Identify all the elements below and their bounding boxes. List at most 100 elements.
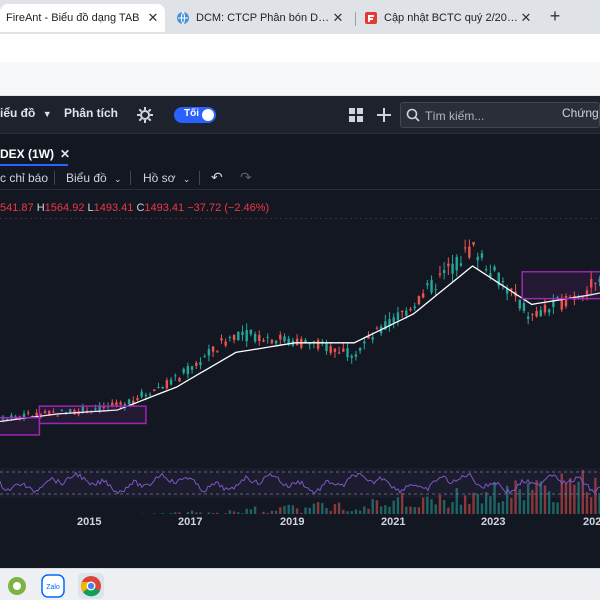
candle-body — [413, 306, 416, 309]
chart-menu[interactable]: iểu đồ ▼ — [0, 106, 52, 120]
add-icon[interactable] — [373, 104, 395, 126]
close-value: 1493.41 — [144, 202, 185, 214]
volume-bar — [216, 512, 219, 514]
volume-bar — [480, 503, 484, 514]
chrome-icon[interactable] — [78, 573, 104, 599]
app-icon[interactable] — [4, 573, 30, 599]
undo-icon[interactable]: ↶ — [211, 169, 223, 186]
candle-body — [220, 338, 223, 341]
volume-bar — [262, 511, 265, 514]
browser-tab-dcm[interactable]: DCM: CTCP Phân bón Dầu khí C ✕ — [170, 4, 350, 32]
candle-body — [211, 346, 215, 352]
candle-body — [279, 334, 282, 340]
candle-body — [438, 273, 442, 275]
tab-title: DCM: CTCP Phân bón Dầu khí C — [196, 12, 330, 24]
candle-body — [199, 362, 202, 366]
candle-body — [547, 309, 551, 313]
candle-body — [350, 355, 353, 358]
volume-bar — [300, 512, 303, 514]
candle-body — [140, 391, 143, 397]
candle-body — [157, 387, 160, 389]
volume-bar — [388, 506, 391, 514]
candle-body — [295, 338, 299, 346]
candle-body — [241, 331, 244, 335]
candle-body — [232, 334, 236, 340]
indicators-button[interactable]: c chỉ báo — [0, 171, 48, 185]
layout-grid-icon[interactable] — [345, 104, 367, 126]
candle-body — [27, 412, 30, 414]
candle-body — [455, 256, 458, 271]
volume-bar — [497, 502, 500, 514]
chart-type-button[interactable]: Biểu đồ ⌄ — [66, 171, 122, 185]
volume-bar — [337, 502, 341, 514]
candle-body — [342, 348, 345, 352]
volume-bar — [308, 507, 311, 514]
volume-bar — [266, 512, 269, 514]
volume-bar — [329, 510, 332, 514]
volume-bar — [379, 506, 383, 514]
chart-type-label: Biểu đồ — [66, 171, 107, 185]
volume-bar — [224, 513, 227, 514]
volume-bar — [274, 510, 278, 514]
candle-body — [400, 310, 404, 313]
volume-bar — [190, 510, 194, 514]
securities-label[interactable]: Chứng — [562, 106, 599, 120]
volume-bar — [409, 506, 412, 514]
toolbar-divider — [130, 171, 131, 185]
volume-bar — [283, 505, 286, 514]
candle-body — [421, 293, 425, 298]
volume-bar — [363, 506, 366, 514]
theme-toggle[interactable]: Tối — [174, 107, 216, 123]
chevron-down-icon: ▼ — [42, 109, 52, 119]
volume-bar — [501, 501, 505, 514]
volume-bar — [241, 513, 244, 514]
chart-menu-label: iểu đồ — [0, 106, 36, 120]
close-icon[interactable]: ✕ — [145, 10, 161, 26]
candle-body — [144, 394, 148, 397]
news-icon — [364, 11, 378, 25]
new-tab-button[interactable]: + — [545, 7, 565, 27]
volume-bar — [405, 506, 408, 514]
candle-body — [375, 327, 379, 329]
candle-body — [186, 366, 190, 375]
candle-body — [287, 338, 290, 344]
browser-tab-strip: FireAnt - Biểu đồ dạng TAB ✕ DCM: CTCP P… — [0, 0, 600, 34]
volume-bar — [371, 499, 374, 514]
candle-body — [333, 348, 337, 352]
close-icon[interactable]: ✕ — [330, 10, 346, 26]
browser-tab-bctc[interactable]: Cập nhật BCTC quý 2/2025 ngà ✕ — [358, 4, 538, 32]
redo-icon[interactable]: ↷ — [240, 169, 252, 186]
ohlc-legend: 541.87 H1564.92 L1493.41 C1493.41 −37.72… — [0, 202, 269, 214]
candle-body — [531, 314, 534, 316]
candle-body — [484, 269, 488, 271]
close-icon[interactable]: ✕ — [518, 10, 534, 26]
volume-bar — [417, 507, 421, 514]
candle-body — [417, 295, 421, 305]
price-chart[interactable] — [0, 218, 600, 514]
svg-text:Zalo: Zalo — [46, 584, 60, 591]
close-icon[interactable]: ✕ — [60, 147, 70, 161]
candle-body — [346, 348, 349, 358]
symbol-tab[interactable]: DEX (1W) ✕ — [0, 143, 76, 165]
zalo-icon[interactable]: Zalo — [40, 573, 66, 599]
profile-button[interactable]: Hồ sơ ⌄ — [143, 171, 190, 185]
volume-bar — [312, 503, 316, 514]
tab-divider — [355, 12, 356, 26]
analysis-menu[interactable]: Phân tích — [64, 106, 118, 120]
candle-body — [22, 413, 26, 418]
globe-icon — [176, 11, 190, 25]
candle-body — [430, 279, 433, 293]
candle-body — [337, 352, 341, 354]
browser-tab-fireant[interactable]: FireAnt - Biểu đồ dạng TAB ✕ — [0, 4, 165, 32]
volume-bar — [342, 509, 345, 514]
candle-body — [363, 341, 366, 344]
candle-body — [493, 266, 496, 271]
candle-body — [526, 316, 530, 319]
page-header-strip — [0, 62, 600, 96]
candle-body — [111, 402, 114, 406]
volume-bar — [510, 497, 513, 514]
consolidation-box — [38, 405, 147, 425]
gear-icon[interactable] — [134, 104, 156, 126]
candle-body — [459, 263, 463, 266]
candle-body — [178, 378, 181, 382]
